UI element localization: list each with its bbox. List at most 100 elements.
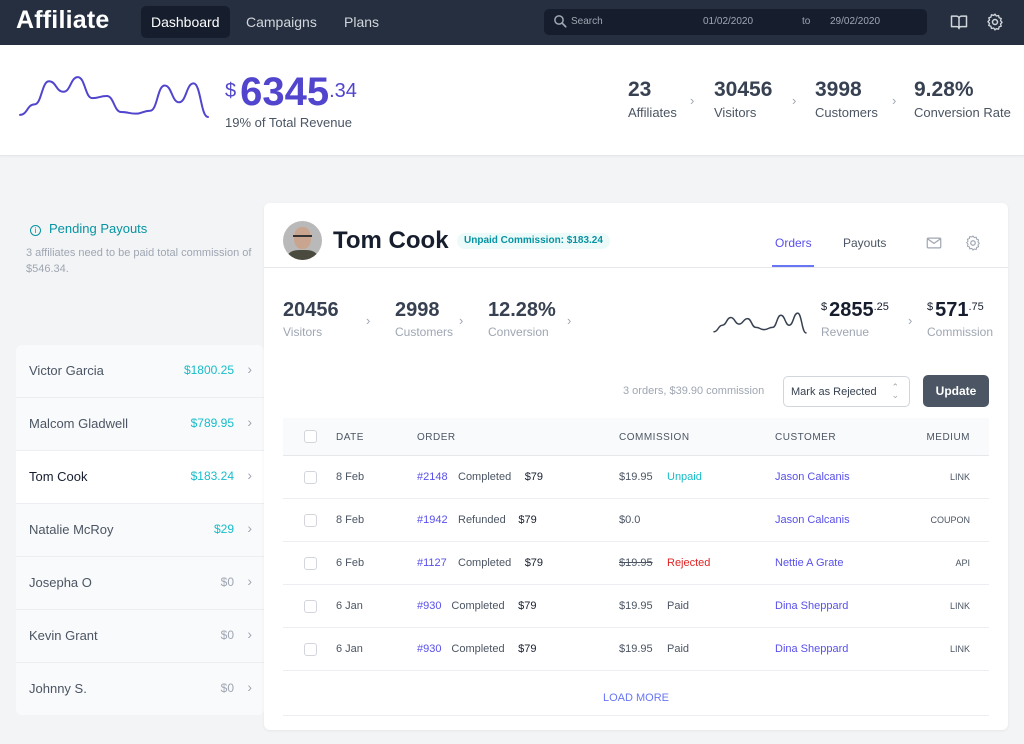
order-status: Completed <box>451 600 505 612</box>
customer-link[interactable]: Nettie A Grate <box>775 557 843 569</box>
bulk-action-select[interactable]: Mark as Rejected ⌃ ⌄ <box>783 376 910 407</box>
stat-label: Conversion Rate <box>914 105 1011 120</box>
commission-amount: $19.95 <box>619 557 653 569</box>
column-header-date[interactable]: DATE <box>336 432 364 443</box>
brand-logo[interactable]: Affiliate <box>16 6 109 35</box>
stat-value: 2998 <box>395 299 440 321</box>
column-header-order[interactable]: ORDER <box>417 432 456 443</box>
update-button[interactable]: Update <box>923 375 989 407</box>
affiliate-name: Johnny S. <box>29 681 87 696</box>
customer-link[interactable]: Dina Sheppard <box>775 600 848 612</box>
stat-visitors: 30456 Visitors <box>714 78 772 120</box>
chevron-right-icon: › <box>247 361 252 377</box>
info-icon: i <box>30 225 41 236</box>
row-checkbox[interactable] <box>304 557 317 570</box>
pending-payouts-description: 3 affiliates need to be paid total commi… <box>26 247 252 275</box>
affiliate-amount: $0 <box>220 628 234 642</box>
column-header-medium[interactable]: MEDIUM <box>926 432 970 443</box>
order-id-link[interactable]: #1942 <box>417 514 448 526</box>
affiliate-amount: $29 <box>213 522 234 536</box>
row-checkbox[interactable] <box>304 600 317 613</box>
affiliate-detail-card: Tom Cook Unpaid Commission: $183.24 Orde… <box>264 203 1008 730</box>
sparkline-path <box>713 312 807 334</box>
search-input[interactable]: Search <box>571 16 603 27</box>
order-medium: LINK <box>949 644 970 654</box>
chevron-right-icon: › <box>247 467 252 483</box>
order-id-link[interactable]: #930 <box>417 600 441 612</box>
detail-stat-visitors: 20456 Visitors <box>283 299 339 339</box>
stat-label: Conversion <box>488 325 549 339</box>
revenue-cents: .25 <box>873 301 889 313</box>
customer-link[interactable]: Jason Calcanis <box>775 471 850 483</box>
detail-commission: $571.75 Commission <box>927 299 993 339</box>
column-header-customer[interactable]: CUSTOMER <box>775 432 836 443</box>
order-medium: COUPON <box>930 515 970 525</box>
stat-label: Visitors <box>283 325 323 339</box>
order-date: 6 Jan <box>336 600 363 612</box>
revenue-subtitle: 19% of Total Revenue <box>225 115 352 130</box>
nav-dashboard[interactable]: Dashboard <box>141 6 230 38</box>
stat-customers: 3998 Customers <box>815 78 878 120</box>
nav-campaigns[interactable]: Campaigns <box>236 6 327 38</box>
affiliate-name: Victor Garcia <box>29 363 104 378</box>
affiliate-list-item[interactable]: Malcom Gladwell $789.95 › <box>16 398 264 451</box>
mail-icon[interactable] <box>925 234 943 252</box>
date-from-input[interactable]: 01/02/2020 <box>703 16 753 27</box>
nav-plans[interactable]: Plans <box>334 6 389 38</box>
order-id-link[interactable]: #2148 <box>417 471 448 483</box>
detail-stat-conversion: 12.28% Conversion <box>488 299 556 339</box>
date-to-input[interactable]: 29/02/2020 <box>830 16 880 27</box>
affiliate-amount: $183.24 <box>190 469 234 483</box>
stat-affiliates: 23 Affiliates <box>628 78 677 120</box>
chevron-right-icon: › <box>247 414 252 430</box>
affiliate-list-item[interactable]: Kevin Grant $0 › <box>16 610 264 663</box>
order-status: Refunded <box>458 514 506 526</box>
row-checkbox[interactable] <box>304 643 317 656</box>
currency-symbol: $ <box>927 301 934 313</box>
order-id-link[interactable]: #1127 <box>417 557 447 569</box>
chevron-right-icon: › <box>892 93 897 108</box>
customer-link[interactable]: Jason Calcanis <box>775 514 850 526</box>
load-more-button[interactable]: LOAD MORE <box>283 680 989 716</box>
affiliate-amount: $0 <box>220 575 234 589</box>
bulk-action-value: Mark as Rejected <box>791 386 877 398</box>
table-row: 6 Feb #1127 Completed $79 $19.95 Rejected Nett… <box>283 542 989 585</box>
affiliate-list-item[interactable]: Victor Garcia $1800.25 › <box>16 345 264 398</box>
affiliate-list-item[interactable]: Natalie McRoy $29 › <box>16 504 264 557</box>
summary-band: $6345.34 19% of Total Revenue 23 Affilia… <box>0 45 1024 156</box>
affiliate-name: Kevin Grant <box>29 628 98 643</box>
search-bar[interactable]: Search 01/02/2020 to 29/02/2020 <box>544 9 927 35</box>
gear-icon[interactable] <box>964 234 982 252</box>
affiliate-list-item[interactable]: Josepha O $0 › <box>16 557 264 610</box>
column-header-commission[interactable]: COMMISSION <box>619 432 690 443</box>
order-price: $79 <box>524 557 544 569</box>
affiliate-name: Malcom Gladwell <box>29 416 128 431</box>
sparkline-path <box>19 76 209 118</box>
order-date: 8 Feb <box>336 471 365 483</box>
row-checkbox[interactable] <box>304 514 317 527</box>
tab-payouts[interactable]: Payouts <box>843 236 886 250</box>
affiliate-list-item[interactable]: Tom Cook $183.24 › <box>16 451 264 504</box>
stat-value: 12.28% <box>488 299 556 321</box>
chevron-right-icon: › <box>247 626 252 642</box>
row-checkbox[interactable] <box>304 471 317 484</box>
chevron-right-icon: › <box>247 573 252 589</box>
card-header: Tom Cook Unpaid Commission: $183.24 Orde… <box>264 203 1008 268</box>
affiliate-amount: $0 <box>220 681 234 695</box>
order-medium: API <box>955 558 970 568</box>
commission-cents: .75 <box>968 301 984 313</box>
select-all-checkbox[interactable] <box>304 430 317 443</box>
stat-value: 23 <box>628 78 652 101</box>
tab-orders[interactable]: Orders <box>775 236 812 250</box>
book-open-icon[interactable] <box>949 12 969 32</box>
table-row: 6 Jan #930 Completed $79 $19.95 Paid Dina Shep… <box>283 628 989 671</box>
commission-status: Paid <box>667 643 690 655</box>
order-id-link[interactable]: #930 <box>417 643 441 655</box>
currency-symbol: $ <box>225 80 237 102</box>
order-price: $79 <box>518 643 537 655</box>
affiliate-list-item[interactable]: Johnny S. $0 › <box>16 663 264 715</box>
gear-icon[interactable] <box>985 12 1005 32</box>
customer-link[interactable]: Dina Sheppard <box>775 643 848 655</box>
amount-cents: .34 <box>329 80 357 102</box>
stat-label: Affiliates <box>628 105 677 120</box>
